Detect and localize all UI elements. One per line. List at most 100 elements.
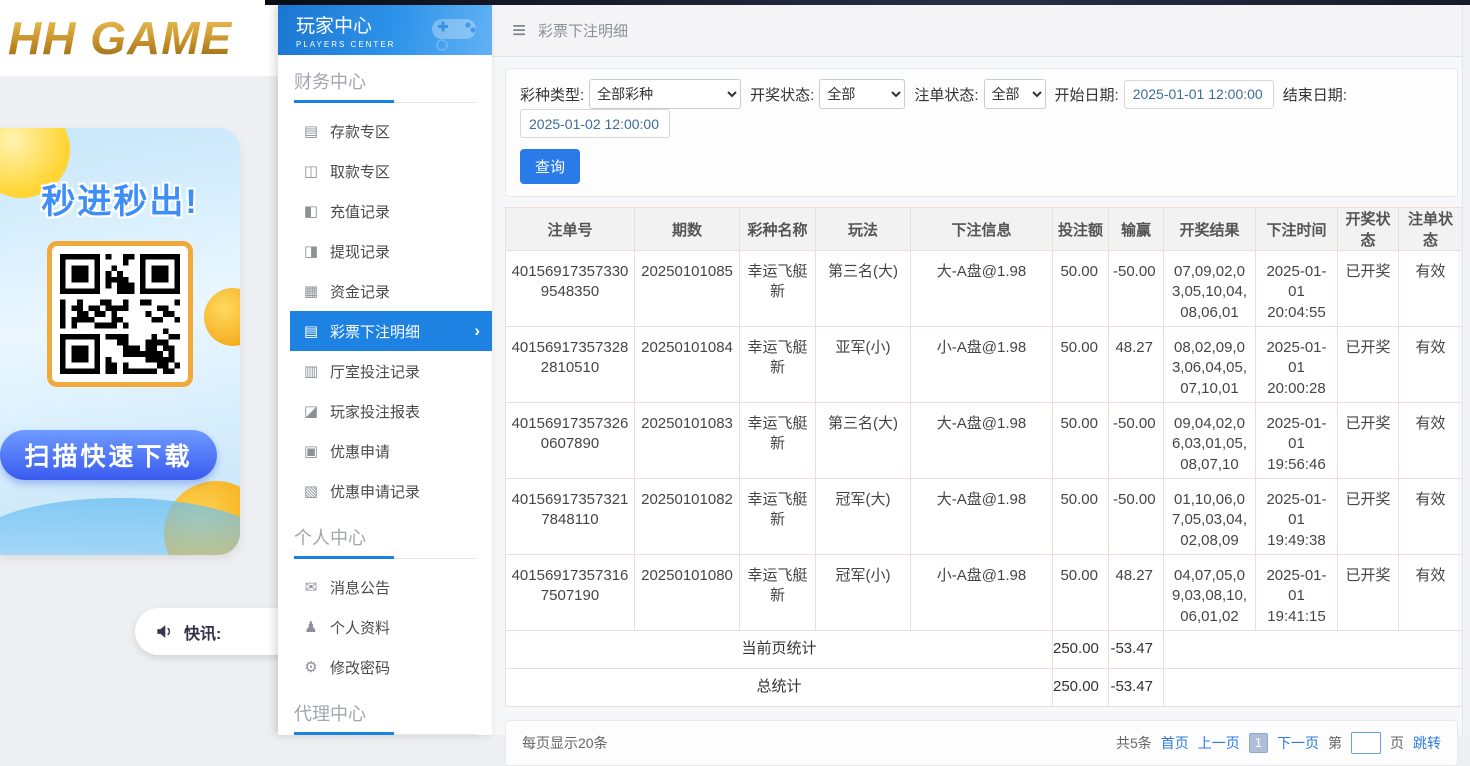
prev-page-link[interactable]: 上一页 <box>1198 733 1240 753</box>
sidebar-item-player-report[interactable]: ◪ 玩家投注报表 <box>278 391 492 431</box>
sidebar-item-funds-record[interactable]: ▦ 资金记录 <box>278 271 492 311</box>
search-button[interactable]: 查询 <box>520 149 580 184</box>
next-page-link[interactable]: 下一页 <box>1277 733 1319 753</box>
cell-bet-info: 大-A盘@1.98 <box>911 251 1053 327</box>
cell-period: 20250101085 <box>635 251 740 327</box>
cell-order-no: 401569173573260607890 <box>506 403 635 479</box>
page-stats-row: 当前页统计 250.00 -53.47 <box>506 631 1463 669</box>
total-stats-empty <box>1164 669 1463 707</box>
cell-win-loss: -50.00 <box>1109 479 1164 555</box>
player-report-icon: ◪ <box>302 402 320 420</box>
table-row: 401569173573309548350 20250101085 幸运飞艇新 … <box>506 251 1463 327</box>
first-page-link[interactable]: 首页 <box>1161 733 1189 753</box>
cell-order-status: 有效 <box>1399 327 1463 403</box>
cell-result: 08,02,09,03,06,04,05,07,10,01 <box>1164 327 1256 403</box>
sidebar-item-change-password[interactable]: ⚙ 修改密码 <box>278 647 492 687</box>
sidebar-section-agent: 代理中心 <box>278 687 492 735</box>
cell-amount: 50.00 <box>1053 327 1109 403</box>
cell-order-status: 有效 <box>1399 479 1463 555</box>
cell-lottery: 幸运飞艇新 <box>740 479 816 555</box>
site-logo-bar: HH GAME <box>0 0 278 77</box>
cell-amount: 50.00 <box>1053 479 1109 555</box>
cell-bet-info: 小-A盘@1.98 <box>911 327 1053 403</box>
sidebar-item-label: 资金记录 <box>330 281 390 302</box>
scrollbar[interactable] <box>1462 5 1470 735</box>
sidebar-item-withdrawal-record[interactable]: ◨ 提现记录 <box>278 231 492 271</box>
sidebar-item-label: 彩票下注明细 <box>330 321 420 342</box>
message-icon: ✉ <box>302 578 320 596</box>
sidebar-item-label: 个人资料 <box>330 617 390 638</box>
jump-suffix-label: 页 <box>1390 733 1404 753</box>
sidebar-item-label: 取款专区 <box>330 161 390 182</box>
cell-lottery: 幸运飞艇新 <box>740 251 816 327</box>
sidebar-item-lottery-bet-details[interactable]: ▤ 彩票下注明细 › <box>290 311 492 351</box>
sidebar-item-messages[interactable]: ✉ 消息公告 <box>278 567 492 607</box>
lottery-bet-detail-icon: ▤ <box>302 322 320 340</box>
table-row: 401569173573282810510 20250101084 幸运飞艇新 … <box>506 327 1463 403</box>
cell-period: 20250101080 <box>635 555 740 631</box>
sidebar-item-withdraw[interactable]: ◫ 取款专区 <box>278 151 492 191</box>
cell-bet-time: 2025-01-01 20:04:55 <box>1256 251 1338 327</box>
table-row: 401569173573217848110 20250101082 幸运飞艇新 … <box>506 479 1463 555</box>
hall-bet-record-icon: ▥ <box>302 362 320 380</box>
current-page-badge[interactable]: 1 <box>1249 733 1268 753</box>
cell-bet-time: 2025-01-01 20:00:28 <box>1256 327 1338 403</box>
chevron-right-icon: › <box>474 321 480 341</box>
password-icon: ⚙ <box>302 658 320 676</box>
scan-download-button[interactable]: 扫描快速下载 <box>0 430 217 480</box>
cell-amount: 50.00 <box>1053 403 1109 479</box>
draw-status-select[interactable]: 全部 <box>819 79 905 109</box>
order-status-select[interactable]: 全部 <box>984 79 1046 109</box>
cell-bet-time: 2025-01-01 19:56:46 <box>1256 403 1338 479</box>
sidebar-item-deposit[interactable]: ▤ 存款专区 <box>278 111 492 151</box>
promo-apply-icon: ▣ <box>302 442 320 460</box>
recharge-record-icon: ◧ <box>302 202 320 220</box>
page-jump-input[interactable] <box>1351 732 1381 754</box>
lottery-type-select[interactable]: 全部彩种 <box>589 79 741 109</box>
sidebar-item-label: 充值记录 <box>330 201 390 222</box>
cell-win-loss: -50.00 <box>1109 403 1164 479</box>
sidebar-section-personal: 个人中心 ✉ 消息公告 ♟ 个人资料 ⚙ 修改密码 <box>278 511 492 687</box>
cell-result: 04,07,05,09,03,08,10,06,01,02 <box>1164 555 1256 631</box>
sidebar-item-profile[interactable]: ♟ 个人资料 <box>278 607 492 647</box>
pagination-bar: 每页显示20条 共5条 首页 上一页 1 下一页 第 页 跳转 <box>505 720 1458 766</box>
sidebar-item-label: 玩家投注报表 <box>330 401 420 422</box>
promo-pane: HH GAME 秒进秒出! 扫描快速下载 快讯: <box>0 0 278 735</box>
total-stats-label: 总统计 <box>506 669 1053 707</box>
section-title: 财务中心 <box>278 55 492 100</box>
col-result: 开奖结果 <box>1164 208 1256 251</box>
main-content: ≡ 彩票下注明细 彩种类型: 全部彩种 开奖状态: 全部 注单状态: 全部 开始… <box>492 5 1462 735</box>
cell-order-status: 有效 <box>1399 403 1463 479</box>
bet-table: 注单号 期数 彩种名称 玩法 下注信息 投注额 输赢 开奖结果 下注时间 开奖状… <box>505 207 1463 707</box>
sidebar-item-label: 厅室投注记录 <box>330 361 420 382</box>
end-date-input[interactable] <box>520 109 670 138</box>
cell-draw-status: 已开奖 <box>1338 403 1399 479</box>
order-status-label: 注单状态: <box>914 84 978 105</box>
col-period: 期数 <box>635 208 740 251</box>
cell-play: 第三名(大) <box>816 251 911 327</box>
sidebar-item-promo-records[interactable]: ▧ 优惠申请记录 <box>278 471 492 511</box>
jump-button[interactable]: 跳转 <box>1413 733 1441 753</box>
total-stats-amount: 250.00 <box>1053 669 1109 707</box>
col-win-loss: 输赢 <box>1109 208 1164 251</box>
news-label: 快讯: <box>184 620 221 644</box>
speaker-icon <box>155 622 174 641</box>
page-stats-amount: 250.00 <box>1053 631 1109 669</box>
bet-table-wrap: 注单号 期数 彩种名称 玩法 下注信息 投注额 输赢 开奖结果 下注时间 开奖状… <box>505 207 1458 707</box>
cell-bet-info: 小-A盘@1.98 <box>911 555 1053 631</box>
cell-play: 冠军(小) <box>816 555 911 631</box>
funds-record-icon: ▦ <box>302 282 320 300</box>
start-date-input[interactable] <box>1124 80 1274 109</box>
col-bet-info: 下注信息 <box>911 208 1053 251</box>
cell-amount: 50.00 <box>1053 251 1109 327</box>
sidebar-item-promo-apply[interactable]: ▣ 优惠申请 <box>278 431 492 471</box>
cell-play: 第三名(大) <box>816 403 911 479</box>
section-underline <box>294 100 476 103</box>
sidebar-item-recharge-record[interactable]: ◧ 充值记录 <box>278 191 492 231</box>
sidebar-item-hall-bet-records[interactable]: ▥ 厅室投注记录 <box>278 351 492 391</box>
hamburger-menu-icon[interactable]: ≡ <box>512 19 526 43</box>
cell-bet-time: 2025-01-01 19:49:38 <box>1256 479 1338 555</box>
cell-draw-status: 已开奖 <box>1338 327 1399 403</box>
sidebar-item-label: 提现记录 <box>330 241 390 262</box>
cell-period: 20250101082 <box>635 479 740 555</box>
